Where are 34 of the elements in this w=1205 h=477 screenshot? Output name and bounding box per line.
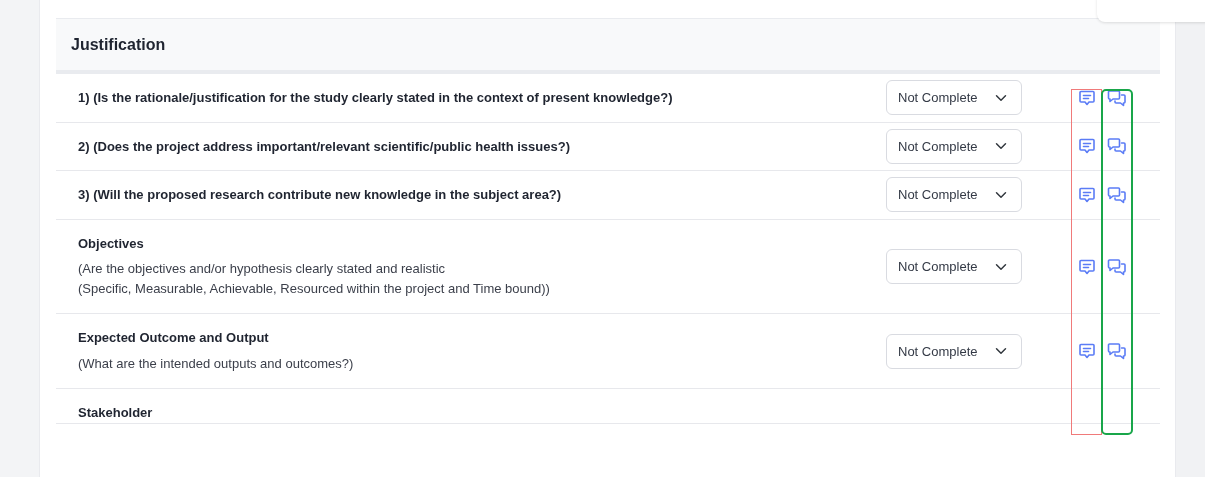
section-title: Justification	[71, 35, 167, 55]
question-description: (Are the objectives and/or hypothesis clearly stated and realistic (Specific, Measurable, Achievable, Resourced within the project and Time bound))	[78, 260, 551, 299]
conversation-icon	[1107, 342, 1127, 361]
question-title: 2) (Does the project address important/relevant scientific/public health issues?)	[78, 137, 571, 156]
comment-button[interactable]	[1078, 257, 1096, 276]
comment-button[interactable]	[1078, 137, 1096, 156]
question-title: 1) (Is the rationale/justification for the study clearly stated in the context of present knowledge?)	[78, 89, 674, 108]
question-title: Expected Outcome and Output	[78, 329, 270, 348]
status-select[interactable]: Not Complete	[886, 128, 1022, 164]
comment-icon	[1078, 185, 1096, 204]
question-description: (What are the intended outputs and outcomes?)	[78, 354, 355, 373]
status-select[interactable]: Not Complete	[886, 333, 1022, 369]
comment-button[interactable]	[1078, 88, 1096, 107]
discussion-button[interactable]	[1107, 185, 1127, 204]
discussion-button[interactable]	[1107, 137, 1127, 156]
status-select[interactable]: Not Complete	[886, 249, 1022, 285]
comment-icon	[1078, 342, 1096, 361]
question-title: Objectives	[78, 234, 145, 253]
comment-button[interactable]	[1078, 342, 1096, 361]
comment-icon	[1078, 88, 1096, 107]
conversation-icon	[1107, 185, 1127, 204]
question-title: 3) (Will the proposed research contribute new knowledge in the subject area?)	[78, 186, 563, 205]
status-select[interactable]: Not Complete	[886, 177, 1022, 213]
discussion-button[interactable]	[1107, 257, 1127, 276]
discussion-button[interactable]	[1107, 342, 1127, 361]
status-select[interactable]: Not Complete	[886, 80, 1022, 116]
conversation-icon	[1107, 137, 1127, 156]
question-title: Stakeholder	[78, 404, 154, 423]
discussion-button[interactable]	[1107, 88, 1127, 107]
comment-icon	[1078, 137, 1096, 156]
conversation-icon	[1107, 88, 1127, 107]
comment-button[interactable]	[1078, 185, 1096, 204]
comment-icon	[1078, 257, 1096, 276]
conversation-icon	[1107, 257, 1127, 276]
